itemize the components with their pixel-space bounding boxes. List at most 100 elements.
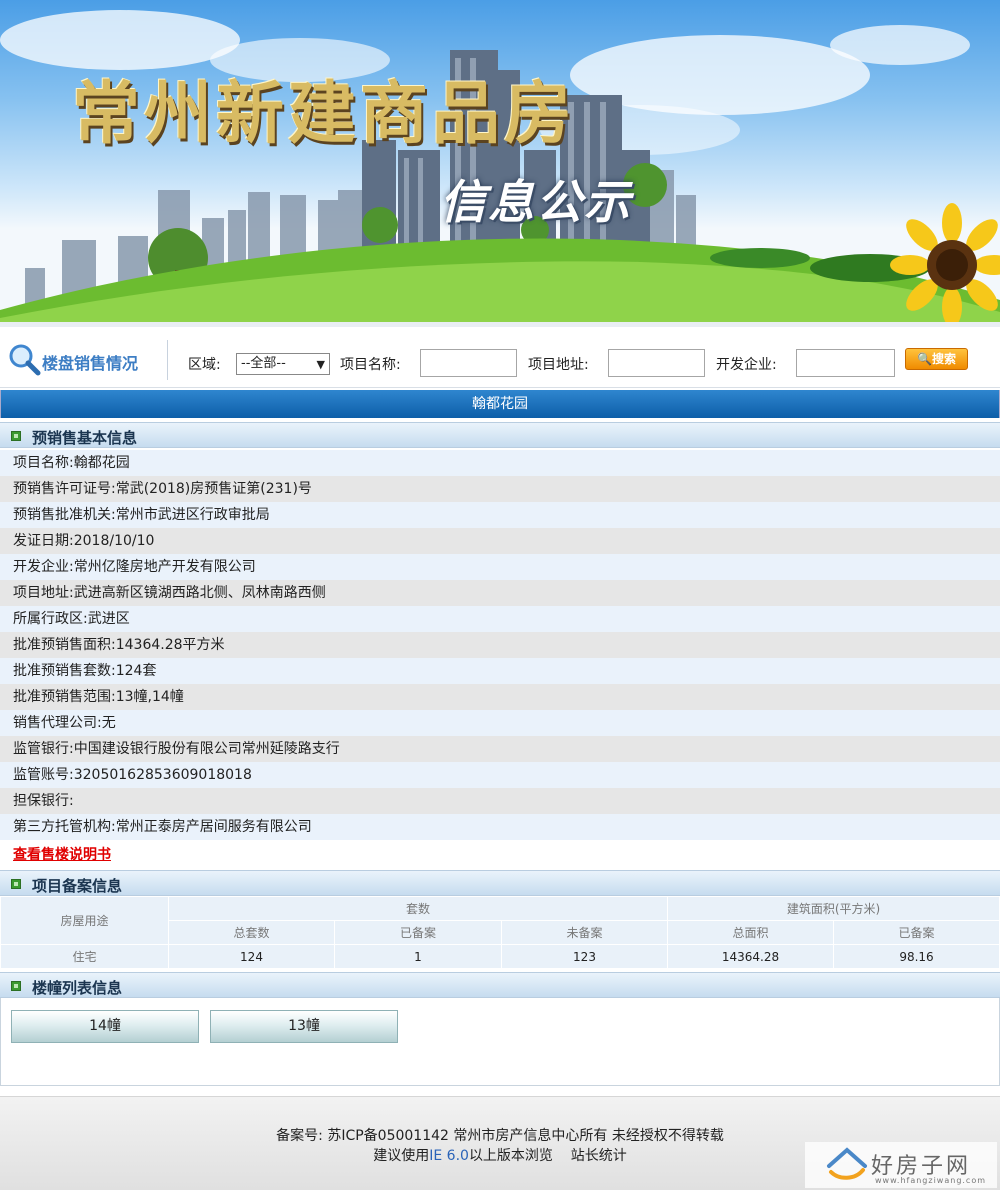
presale-info-value: 14364.28平方米: [115, 637, 225, 653]
presale-info-label: 预销售批准机关:: [13, 507, 116, 523]
presale-info-label: 所属行政区:: [13, 611, 88, 627]
region-label: 区域:: [188, 357, 221, 373]
presale-info-value: 常州市武进区行政审批局: [115, 507, 270, 523]
presale-info-value: 翰都花园: [73, 455, 130, 471]
cell-usage: 住宅: [0, 944, 169, 969]
presale-info-row: 批准预销售范围:13幢,14幢: [0, 684, 1000, 710]
presale-info-row: 预销售批准机关:常州市武进区行政审批局: [0, 502, 1000, 528]
sales-manual-link[interactable]: 查看售楼说明书: [13, 847, 111, 863]
presale-info-value: 13幢,14幢: [115, 689, 184, 705]
presale-info-label: 项目地址:: [13, 585, 74, 601]
project-name-input[interactable]: [420, 349, 517, 377]
presale-info-value: 常州亿隆房地产开发有限公司: [73, 559, 256, 575]
presale-info-row: 发证日期:2018/10/10: [0, 528, 1000, 554]
banner-title: 常州新建商品房: [72, 74, 577, 154]
presale-info-row: 预销售许可证号:常武(2018)房预售证第(231)号: [0, 476, 1000, 502]
search-button[interactable]: 🔍搜索: [905, 348, 968, 370]
site-banner: 常州新建商品房 信息公示: [0, 0, 1000, 327]
footer-browser-prefix: 建议使用: [373, 1148, 430, 1164]
building-14-button[interactable]: 14幢: [11, 1010, 199, 1043]
presale-info-value: 武进区: [87, 611, 130, 627]
presale-info-label: 发证日期:: [13, 533, 74, 549]
project-address-input[interactable]: [608, 349, 705, 377]
banner-illustration: [0, 10, 1000, 327]
presale-info-row: 项目地址:武进高新区镜湖西路北侧、凤林南路西侧: [0, 580, 1000, 606]
search-divider: [167, 340, 168, 380]
presale-info-label: 预销售许可证号:: [13, 481, 116, 497]
presale-section-header: 预销售基本信息: [0, 422, 1000, 448]
presale-info-row: 第三方托管机构:常州正泰房产居间服务有限公司: [0, 814, 1000, 840]
presale-info-row: 开发企业:常州亿隆房地产开发有限公司: [0, 554, 1000, 580]
presale-info-label: 第三方托管机构:: [13, 819, 116, 835]
cell-total-area: 14364.28: [667, 944, 834, 969]
presale-info-label: 担保银行:: [13, 793, 74, 809]
sub-total-area-header: 总面积: [667, 920, 834, 945]
col-area-header: 建筑面积(平方米): [667, 896, 1000, 921]
cell-total-units: 124: [168, 944, 335, 969]
presale-info-label: 批准预销售面积:: [13, 637, 116, 653]
presale-info-row: 所属行政区:武进区: [0, 606, 1000, 632]
sub-total-units-header: 总套数: [168, 920, 335, 945]
project-name-label: 项目名称:: [340, 357, 401, 373]
house-logo-icon: [827, 1147, 867, 1180]
col-units-header: 套数: [168, 896, 668, 921]
presale-info-label: 监管账号:: [13, 767, 74, 783]
cell-filed: 1: [334, 944, 502, 969]
footer-browser-suffix: 以上版本浏览: [468, 1148, 553, 1164]
presale-info-value: 无: [101, 715, 116, 731]
presale-info-row: 批准预销售套数:124套: [0, 658, 1000, 684]
bullet-icon: [11, 981, 21, 991]
col-usage-header: 房屋用途: [0, 896, 169, 945]
region-select[interactable]: --全部-- ▼: [236, 353, 330, 375]
project-address-label: 项目地址:: [528, 357, 589, 373]
presale-info-label: 监管银行:: [13, 741, 74, 757]
presale-info-value: 32050162853609018018: [73, 767, 252, 783]
cell-area-filed: 98.16: [833, 944, 1000, 969]
project-title-bar: 翰都花园: [0, 390, 1000, 418]
presale-info-row: 监管银行:中国建设银行股份有限公司常州延陵路支行: [0, 736, 1000, 762]
presale-info-value: 2018/10/10: [73, 533, 155, 549]
search-section-title: 楼盘销售情况: [42, 354, 139, 373]
sub-unfiled-header: 未备案: [501, 920, 668, 945]
banner-divider: [0, 322, 1000, 327]
magnifier-icon: [9, 344, 41, 376]
watermark: 好房子网 www.hfangziwang.com: [805, 1142, 997, 1188]
developer-input[interactable]: [796, 349, 895, 377]
presale-info-value: 124套: [115, 663, 157, 679]
chevron-down-icon: ▼: [316, 358, 325, 371]
sub-area-filed-header: 已备案: [833, 920, 1000, 945]
project-title: 翰都花园: [472, 396, 528, 412]
record-section-title: 项目备案信息: [32, 877, 123, 895]
presale-info-row: 项目名称:翰都花园: [0, 450, 1000, 476]
presale-info-value: 武进高新区镜湖西路北侧、凤林南路西侧: [73, 585, 326, 601]
presale-info-row: 担保银行:: [0, 788, 1000, 814]
sub-filed-header: 已备案: [334, 920, 502, 945]
developer-label: 开发企业:: [716, 357, 777, 373]
record-section-header: 项目备案信息: [0, 870, 1000, 896]
presale-info-row: 监管账号:32050162853609018018: [0, 762, 1000, 788]
presale-info-value: 常武(2018)房预售证第(231)号: [115, 481, 312, 497]
presale-info-label: 开发企业:: [13, 559, 74, 575]
building-section-title: 楼幢列表信息: [32, 979, 123, 997]
presale-info-label: 批准预销售套数:: [13, 663, 116, 679]
site-stats-link[interactable]: 站长统计: [571, 1148, 627, 1164]
search-button-label: 搜索: [931, 352, 956, 366]
presale-info-row: 批准预销售面积:14364.28平方米: [0, 632, 1000, 658]
table-row: 住宅 124 1 123 14364.28 98.16: [0, 944, 1000, 969]
building-13-button[interactable]: 13幢: [210, 1010, 398, 1043]
search-icon: 🔍: [917, 352, 932, 366]
cell-unfiled: 123: [501, 944, 668, 969]
presale-info-value: 常州正泰房产居间服务有限公司: [115, 819, 312, 835]
bullet-icon: [11, 879, 21, 889]
presale-info-label: 项目名称:: [13, 455, 74, 471]
search-bar: 楼盘销售情况 区域: --全部-- ▼ 项目名称: 项目地址: 开发企业: 🔍搜…: [0, 330, 1000, 388]
bullet-icon: [11, 431, 21, 441]
banner-subtitle: 信息公示: [440, 175, 632, 229]
footer-ie-version: IE 6.0: [429, 1148, 469, 1164]
presale-info-label: 销售代理公司:: [13, 715, 102, 731]
presale-info-row: 销售代理公司:无: [0, 710, 1000, 736]
record-table: 房屋用途 套数 建筑面积(平方米) 总套数 已备案 未备案 总面积 已备案 住宅…: [0, 896, 1000, 969]
presale-section-title: 预销售基本信息: [32, 429, 138, 447]
watermark-url: www.hfangziwang.com: [875, 1176, 987, 1185]
building-section-header: 楼幢列表信息: [0, 972, 1000, 998]
